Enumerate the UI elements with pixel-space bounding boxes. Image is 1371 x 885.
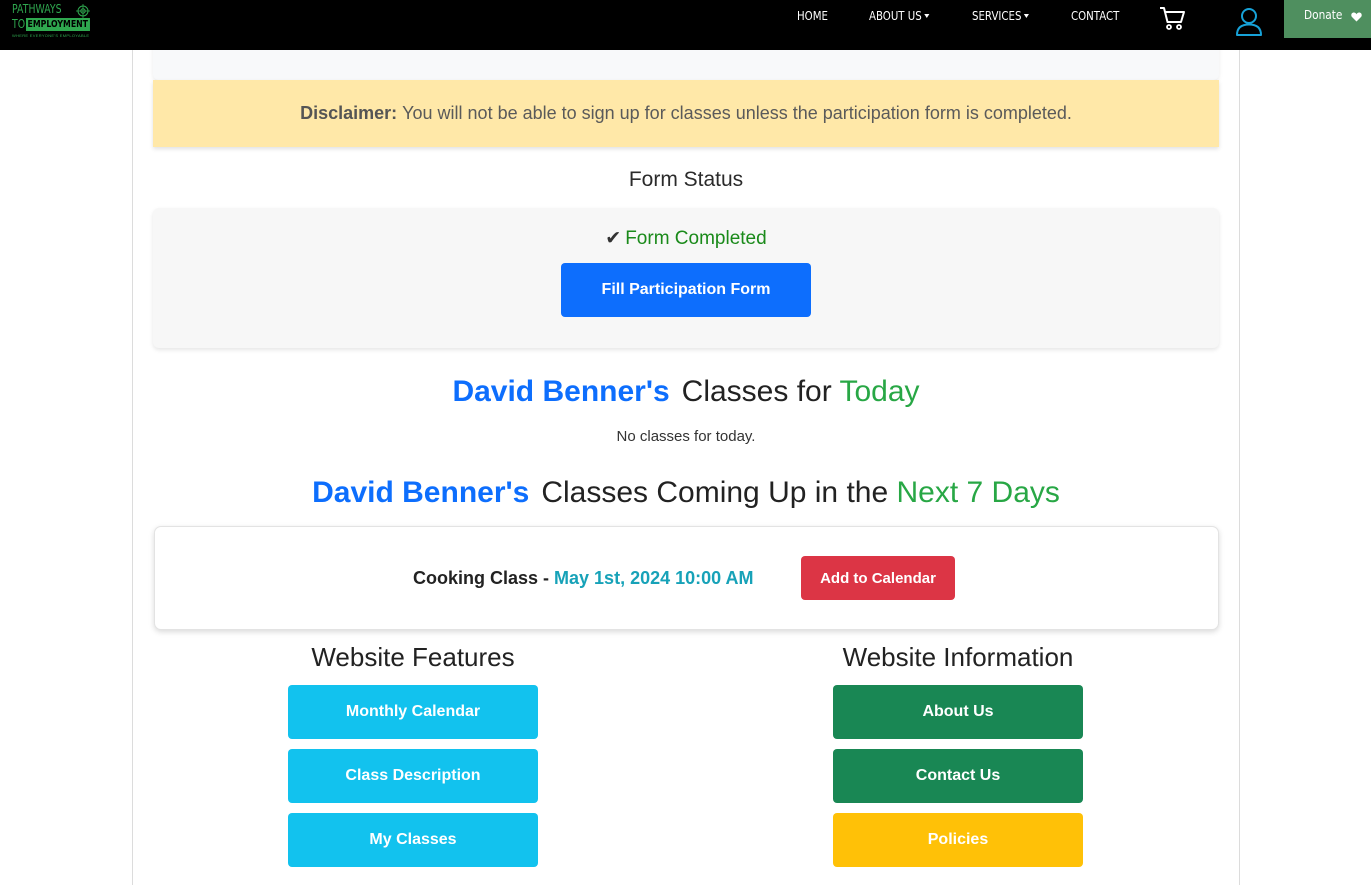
user-name: David Benner's <box>452 375 670 408</box>
about-us-button[interactable]: About Us <box>833 685 1083 739</box>
website-information-title: Website Information <box>842 642 1074 672</box>
form-status-title: Form Status <box>628 168 744 191</box>
class-datetime: May 1st, 2024 10:00 AM <box>554 568 754 588</box>
nav-contact-label: CONTACT <box>1071 9 1120 23</box>
main-container: Disclaimer: You will not be able to sign… <box>132 0 1240 885</box>
donate-label: Donate <box>1304 8 1343 22</box>
compass-icon <box>76 4 90 18</box>
pathways-logo[interactable]: PATHWAYS TO EMPLOYMENT WHERE EVERYONE'S … <box>12 3 94 43</box>
user-name: David Benner's <box>312 476 530 509</box>
my-classes-button[interactable]: My Classes <box>288 813 538 867</box>
heading-middle-text: Classes for <box>681 375 832 408</box>
caret-down-icon <box>1024 14 1030 18</box>
nav-contact-link[interactable]: CONTACT <box>1071 9 1119 23</box>
user-icon[interactable] <box>1235 7 1263 37</box>
contact-us-button[interactable]: Contact Us <box>833 749 1083 803</box>
class-info: Cooking Class - May 1st, 2024 10:00 AM <box>413 568 753 589</box>
nav-about-label: ABOUT US <box>869 9 922 23</box>
logo-tagline: WHERE EVERYONE'S EMPLOYABLE <box>12 33 90 38</box>
caret-down-icon <box>924 14 930 18</box>
checkmark-icon: ✔ <box>605 228 622 249</box>
fill-participation-form-button[interactable]: Fill Participation Form <box>561 263 811 317</box>
logo-text-to: TO <box>12 17 26 31</box>
disclaimer-label: Disclaimer: <box>300 103 398 123</box>
disclaimer-alert: Disclaimer: You will not be able to sign… <box>153 80 1219 147</box>
monthly-calendar-button[interactable]: Monthly Calendar <box>288 685 538 739</box>
nav-services-label: SERVICES <box>972 9 1022 23</box>
no-classes-text: No classes for today. <box>616 428 756 445</box>
nav-about-dropdown[interactable]: ABOUT US <box>869 9 930 23</box>
nav-home-label: HOME <box>797 9 828 23</box>
class-description-button[interactable]: Class Description <box>288 749 538 803</box>
upcoming-class-card: Cooking Class - May 1st, 2024 10:00 AM A… <box>154 526 1219 630</box>
nav-home-link[interactable]: HOME <box>797 9 828 23</box>
form-completed-text: Form Completed <box>625 228 767 249</box>
upcoming-classes-heading: David Benner's Classes Coming Up in the N… <box>133 476 1239 510</box>
website-features-title: Website Features <box>311 642 515 672</box>
form-completed-status: ✔ Form Completed <box>153 227 1219 250</box>
cart-icon[interactable] <box>1158 4 1186 32</box>
logo-text-employment: EMPLOYMENT <box>26 17 90 31</box>
logo-text-line1: PATHWAYS <box>12 2 62 16</box>
logo-row2: TO EMPLOYMENT <box>12 17 94 31</box>
top-navbar: PATHWAYS TO EMPLOYMENT WHERE EVERYONE'S … <box>0 0 1371 50</box>
heading-middle-text: Classes Coming Up in the <box>541 476 889 509</box>
donate-button[interactable]: Donate <box>1284 0 1371 38</box>
today-classes-heading: David Benner's Classes for Today <box>133 375 1239 409</box>
form-status-card: ✔ Form Completed Fill Participation Form <box>153 208 1219 348</box>
add-to-calendar-button[interactable]: Add to Calendar <box>801 556 955 600</box>
policies-button[interactable]: Policies <box>833 813 1083 867</box>
heart-icon <box>1351 12 1362 22</box>
disclaimer-text: You will not be able to sign up for clas… <box>402 103 1072 123</box>
heading-highlight: Today <box>839 375 920 408</box>
class-name: Cooking Class - <box>413 568 555 588</box>
heading-highlight: Next 7 Days <box>896 476 1060 509</box>
nav-services-dropdown[interactable]: SERVICES <box>972 9 1030 23</box>
